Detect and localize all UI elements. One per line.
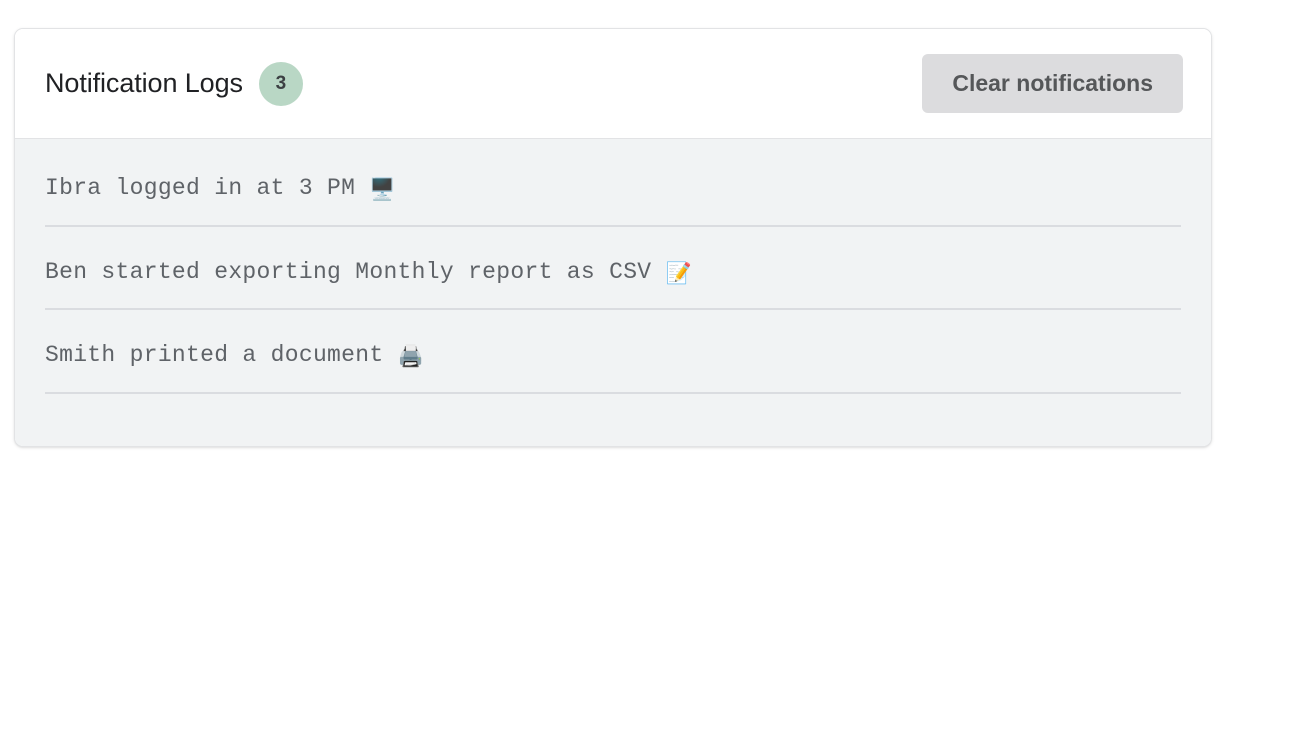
page-title: Notification Logs — [45, 68, 243, 98]
notification-log-list: Ibra logged in at 3 PM 🖥️ Ben started ex… — [15, 139, 1211, 446]
list-item[interactable]: Smith printed a document 🖨️ — [15, 330, 1211, 394]
list-item[interactable]: Ibra logged in at 3 PM 🖥️ — [15, 163, 1211, 227]
clear-notifications-button[interactable]: Clear notifications — [922, 54, 1183, 113]
list-divider — [45, 391, 1181, 394]
log-entry-text: Smith printed a document 🖨️ — [45, 330, 1181, 392]
list-divider — [45, 224, 1181, 227]
log-entry-message: Ben started exporting Monthly report as … — [45, 258, 652, 285]
card-header: Notification Logs 3 Clear notifications — [15, 29, 1211, 139]
notification-count-badge: 3 — [258, 61, 303, 106]
log-entry-message: Ibra logged in at 3 PM — [45, 175, 356, 201]
printer-icon: 🖨️ — [397, 344, 425, 369]
memo-icon: 📝 — [665, 260, 692, 285]
header-left-group: Notification Logs 3 — [45, 61, 303, 106]
notification-logs-card: Notification Logs 3 Clear notifications … — [14, 28, 1212, 447]
log-entry-text: Ben started exporting Monthly report as … — [45, 247, 1181, 309]
list-divider — [45, 308, 1181, 311]
log-entry-message: Smith printed a document — [45, 342, 384, 369]
list-item[interactable]: Ben started exporting Monthly report as … — [15, 247, 1211, 311]
desktop-computer-icon: 🖥️ — [369, 177, 396, 201]
log-entry-text: Ibra logged in at 3 PM 🖥️ — [45, 163, 1181, 225]
